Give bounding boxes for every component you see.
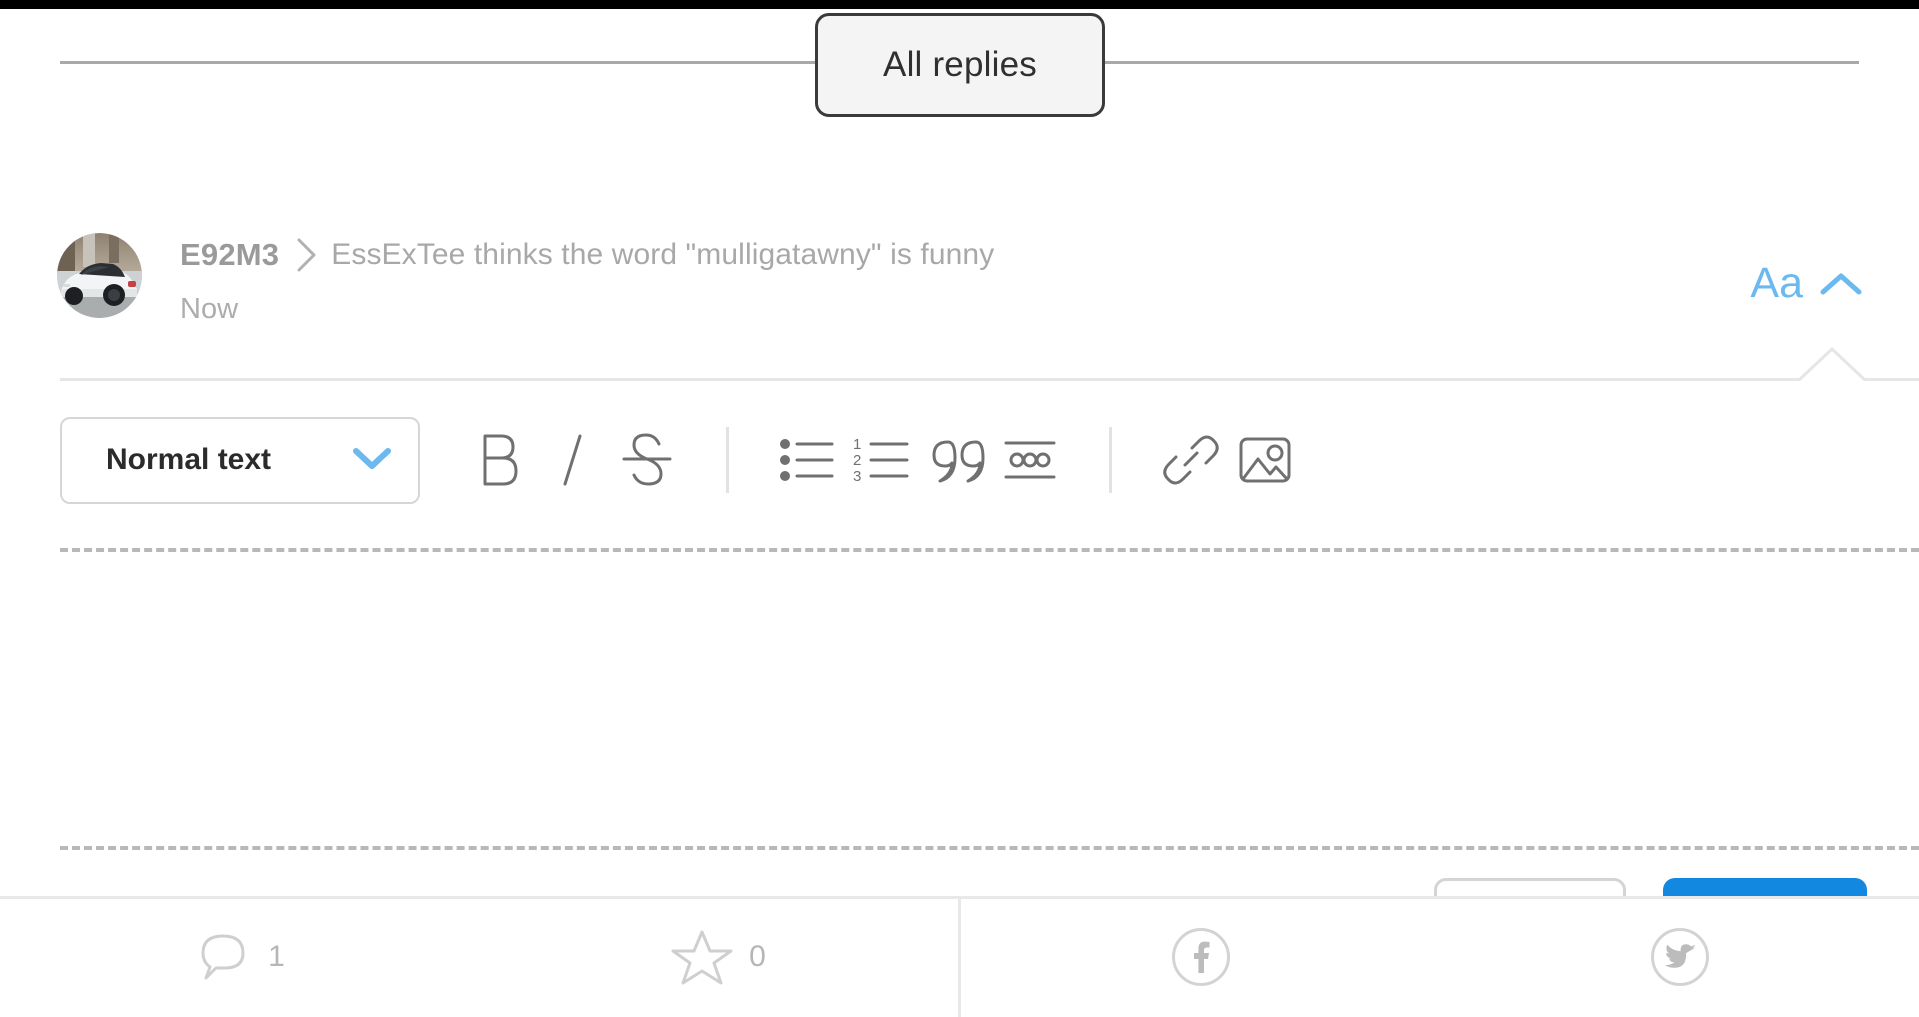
link-button[interactable] <box>1154 423 1228 497</box>
post-timestamp: Now <box>180 293 239 325</box>
numbered-list-icon: 1 2 3 <box>853 436 909 485</box>
tab-all-replies[interactable]: All replies <box>815 13 1105 117</box>
user-avatar-car-photo <box>57 233 142 318</box>
strikethrough-icon <box>622 433 672 486</box>
tab-bar: All replies <box>0 9 1919 117</box>
italic-icon <box>563 434 582 486</box>
italic-button[interactable] <box>536 423 610 497</box>
favorites-count: 0 <box>749 940 766 973</box>
font-size-toggle[interactable]: Aa <box>1750 262 1863 305</box>
text-style-value: Normal text <box>106 443 272 476</box>
bulleted-list-icon <box>780 439 834 481</box>
strikethrough-button[interactable] <box>610 423 684 497</box>
blockquote-icon <box>932 440 985 483</box>
link-icon <box>1163 435 1219 485</box>
favorites-button[interactable]: 0 <box>479 899 958 1015</box>
bold-icon <box>483 434 518 486</box>
comments-button[interactable]: 1 <box>0 899 479 1015</box>
avatar[interactable] <box>57 233 142 318</box>
bulleted-list-button[interactable] <box>771 423 845 497</box>
svg-text:1: 1 <box>853 436 861 453</box>
post-header: E92M3 EssExTee thinks the word "mulligat… <box>0 205 1919 380</box>
compose-dashed-bottom <box>60 846 1919 850</box>
share-twitter-button[interactable] <box>1440 899 1919 1015</box>
chevron-down-icon <box>352 445 392 476</box>
svg-text:2: 2 <box>853 452 861 469</box>
svg-text:3: 3 <box>853 468 861 485</box>
chevron-right-icon <box>296 237 318 273</box>
image-icon <box>1239 437 1291 483</box>
editor-toolbar: Normal text 1 2 3 <box>0 405 1919 515</box>
comments-count: 1 <box>268 940 285 973</box>
share-facebook-button[interactable] <box>961 899 1440 1015</box>
bottom-action-bar: 1 0 <box>0 896 1919 1017</box>
comment-bubble-icon <box>201 934 245 980</box>
twitter-icon <box>1650 928 1709 986</box>
text-style-select[interactable]: Normal text <box>60 416 420 504</box>
star-icon <box>671 930 733 985</box>
byline: E92M3 EssExTee thinks the word "mulligat… <box>180 233 994 277</box>
toolbar-separator-2 <box>1109 427 1112 493</box>
horizontal-rule-icon <box>1004 441 1056 479</box>
facebook-icon <box>1171 928 1230 986</box>
font-size-label: Aa <box>1750 259 1803 307</box>
blockquote-button[interactable] <box>919 423 993 497</box>
tab-all-replies-label: All replies <box>883 45 1037 84</box>
chevron-up-icon <box>1819 271 1863 297</box>
toolbar-separator-1 <box>726 427 729 493</box>
horizontal-rule-button[interactable] <box>993 423 1067 497</box>
thread-title[interactable]: EssExTee thinks the word "mulligatawny" … <box>331 238 994 272</box>
panel-notch-arrow <box>1796 347 1868 381</box>
post-author[interactable]: E92M3 <box>180 237 279 273</box>
image-button[interactable] <box>1228 423 1302 497</box>
inline-format-group <box>462 423 684 497</box>
header-divider <box>60 378 1919 381</box>
bold-button[interactable] <box>462 423 536 497</box>
top-black-strip <box>0 0 1919 9</box>
insert-group <box>1154 423 1302 497</box>
block-format-group: 1 2 3 <box>771 423 1067 497</box>
compose-body[interactable] <box>60 552 1919 844</box>
numbered-list-button[interactable]: 1 2 3 <box>845 423 919 497</box>
